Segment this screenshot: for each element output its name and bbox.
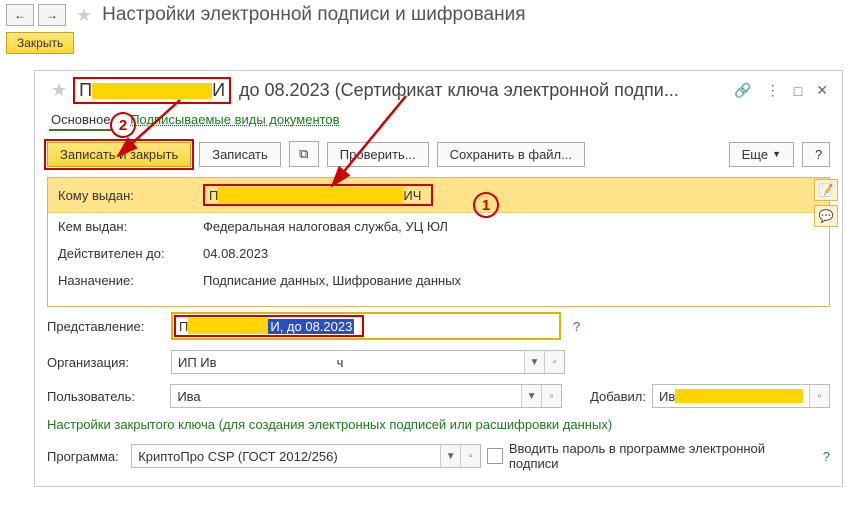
copy-icon-button[interactable]: ⧉ (289, 141, 319, 167)
issued-to-label: Кому выдан: (58, 188, 203, 203)
program-field[interactable]: КриптоПро CSP (ГОСТ 2012/256) ▼ ▫ (131, 444, 481, 468)
purpose-value: Подписание данных, Шифрование данных (203, 273, 819, 288)
dropdown-icon[interactable]: ▼ (440, 445, 460, 467)
save-button[interactable]: Записать (199, 142, 281, 167)
chevron-down-icon: ▼ (772, 149, 781, 159)
kebab-icon[interactable]: ⋮ (766, 82, 780, 99)
redacted-block (675, 389, 803, 403)
open-icon[interactable]: ▫ (460, 445, 480, 467)
help-icon[interactable]: ? (823, 449, 830, 464)
dialog-title: П И до 08.2023 (Сертификат ключа электро… (73, 77, 734, 104)
added-by-label: Добавил: (590, 389, 646, 404)
save-to-file-button[interactable]: Сохранить в файл... (437, 142, 585, 167)
representation-input[interactable]: П И, до 08.2023 (174, 315, 364, 337)
private-key-settings-link[interactable]: Настройки закрытого ключа (для создания … (35, 413, 842, 436)
nav-back-button[interactable]: ← (6, 4, 34, 26)
dropdown-icon[interactable]: ▼ (521, 385, 541, 407)
close-icon[interactable]: ✕ (816, 82, 828, 99)
cert-info-block: Кому выдан: П ИЧ Кем выдан: Федеральная … (47, 177, 830, 307)
note-icon[interactable]: 📝 (814, 179, 838, 201)
redacted-block (188, 318, 268, 334)
redacted-block (218, 187, 403, 203)
valid-until-label: Действителен до: (58, 246, 203, 261)
page-title: Настройки электронной подписи и шифрован… (102, 4, 525, 26)
check-button[interactable]: Проверить... (327, 142, 429, 167)
open-icon[interactable]: ▫ (809, 385, 829, 407)
representation-label: Представление: (47, 319, 165, 334)
help-button[interactable]: ? (802, 142, 830, 167)
maximize-icon[interactable]: □ (794, 83, 802, 99)
chat-icon[interactable]: 💬 (814, 205, 838, 227)
dialog-star-icon[interactable]: ★ (51, 80, 67, 101)
dropdown-icon[interactable]: ▼ (524, 351, 544, 373)
nav-forward-button[interactable]: → (38, 4, 66, 26)
help-icon[interactable]: ? (573, 319, 580, 334)
tab-main[interactable]: Основное (49, 110, 113, 131)
redacted-block (92, 83, 212, 99)
program-label: Программа: (47, 449, 125, 464)
organization-field[interactable]: ИП Ив ч ▼ ▫ (171, 350, 565, 374)
password-checkbox[interactable] (487, 448, 503, 464)
open-icon[interactable]: ▫ (544, 351, 564, 373)
valid-until-value: 04.08.2023 (203, 246, 819, 261)
open-icon[interactable]: ▫ (541, 385, 561, 407)
added-by-field[interactable]: Ив ▫ (652, 384, 830, 408)
issued-by-value: Федеральная налоговая служба, УЦ ЮЛ (203, 219, 819, 234)
link-icon[interactable]: 🔗 (734, 82, 751, 99)
save-and-close-button[interactable]: Записать и закрыть (47, 142, 191, 167)
title-rest: до 08.2023 (Сертификат ключа электронной… (239, 80, 679, 101)
issued-by-label: Кем выдан: (58, 219, 203, 234)
favorite-star-icon[interactable]: ★ (76, 5, 92, 26)
close-button[interactable]: Закрыть (6, 32, 74, 54)
title-prefix: П (79, 80, 92, 101)
more-button[interactable]: Еще ▼ (729, 142, 794, 167)
password-checkbox-label: Вводить пароль в программе электронной п… (509, 441, 811, 471)
user-label: Пользователь: (47, 389, 164, 404)
title-suffix: И (212, 80, 225, 101)
certificate-dialog: ★ П И до 08.2023 (Сертификат ключа элект… (34, 70, 843, 487)
tab-signed-docs[interactable]: Подписываемые виды документов (128, 110, 341, 129)
organization-label: Организация: (47, 355, 165, 370)
user-field[interactable]: Ива ▼ ▫ (170, 384, 562, 408)
issued-to-value: П ИЧ (203, 184, 433, 206)
purpose-label: Назначение: (58, 273, 203, 288)
